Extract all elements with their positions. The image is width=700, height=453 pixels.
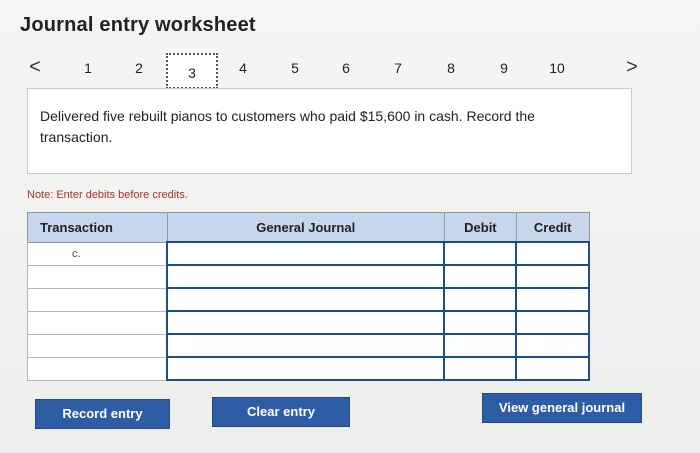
table-row [27,287,590,312]
debit-input[interactable] [443,356,518,381]
next-arrow-icon[interactable]: > [620,56,644,79]
debit-input[interactable] [443,241,518,266]
note-text: Note: Enter debits before credits. [27,189,188,201]
col-header-transaction: Transaction [27,212,168,243]
journal-table: Transaction General Journal Debit Credit… [27,212,590,381]
col-header-credit: Credit [515,212,590,243]
record-entry-button[interactable]: Record entry [35,399,170,429]
account-input[interactable] [166,264,446,289]
credit-input[interactable] [515,287,590,312]
page-3-button[interactable]: 3 [166,53,218,89]
credit-input[interactable] [515,264,590,289]
question-text: Delivered five rebuilt pianos to custome… [40,108,535,145]
credit-input[interactable] [515,333,590,358]
clear-entry-button[interactable]: Clear entry [212,397,350,427]
account-input[interactable] [166,241,446,266]
credit-input[interactable] [515,310,590,335]
account-input[interactable] [166,287,446,312]
transaction-cell [27,356,168,381]
credit-input[interactable] [515,356,590,381]
question-box: Delivered five rebuilt pianos to custome… [27,88,632,174]
page-8-button[interactable]: 8 [439,60,463,76]
table-row [27,264,590,289]
page-6-button[interactable]: 6 [334,60,358,76]
debit-input[interactable] [443,333,518,358]
col-header-general-journal: General Journal [166,212,445,243]
page-1-button[interactable]: 1 [76,60,100,76]
prev-arrow-icon[interactable]: < [23,56,47,79]
page-10-button[interactable]: 10 [545,60,569,76]
credit-input[interactable] [515,241,590,266]
debit-input[interactable] [443,287,518,312]
transaction-cell [27,333,168,358]
col-header-debit: Debit [443,212,517,243]
page-2-button[interactable]: 2 [127,60,151,76]
table-row: c. [27,241,590,266]
debit-input[interactable] [443,264,518,289]
table-row [27,333,590,358]
account-input[interactable] [166,333,446,358]
page-5-button[interactable]: 5 [283,60,307,76]
page-4-button[interactable]: 4 [231,60,255,76]
page-navigation: < 1 2 3 4 5 6 7 8 9 10 > [20,50,660,90]
page-title: Journal entry worksheet [20,14,256,36]
view-general-journal-button[interactable]: View general journal [482,393,642,423]
table-header-row: Transaction General Journal Debit Credit [27,212,590,243]
debit-input[interactable] [443,310,518,335]
page-7-button[interactable]: 7 [386,60,410,76]
table-row [27,356,590,381]
transaction-cell: c. [27,241,168,266]
worksheet-window: Journal entry worksheet < 1 2 3 4 5 6 7 … [0,0,700,453]
transaction-cell [27,264,168,289]
transaction-cell [27,310,168,335]
account-input[interactable] [166,356,446,381]
account-input[interactable] [166,310,446,335]
table-row [27,310,590,335]
page-9-button[interactable]: 9 [492,60,516,76]
transaction-cell [27,287,168,312]
